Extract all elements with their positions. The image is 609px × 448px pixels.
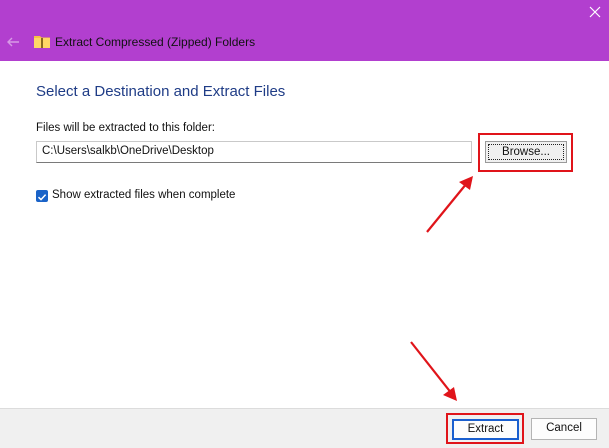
annotation-arrows [410, 176, 473, 401]
arrow-to-browse-icon [426, 176, 473, 233]
extract-button[interactable]: Extract [452, 419, 519, 440]
arrow-to-extract-icon [410, 341, 457, 401]
cancel-button[interactable]: Cancel [531, 418, 597, 440]
